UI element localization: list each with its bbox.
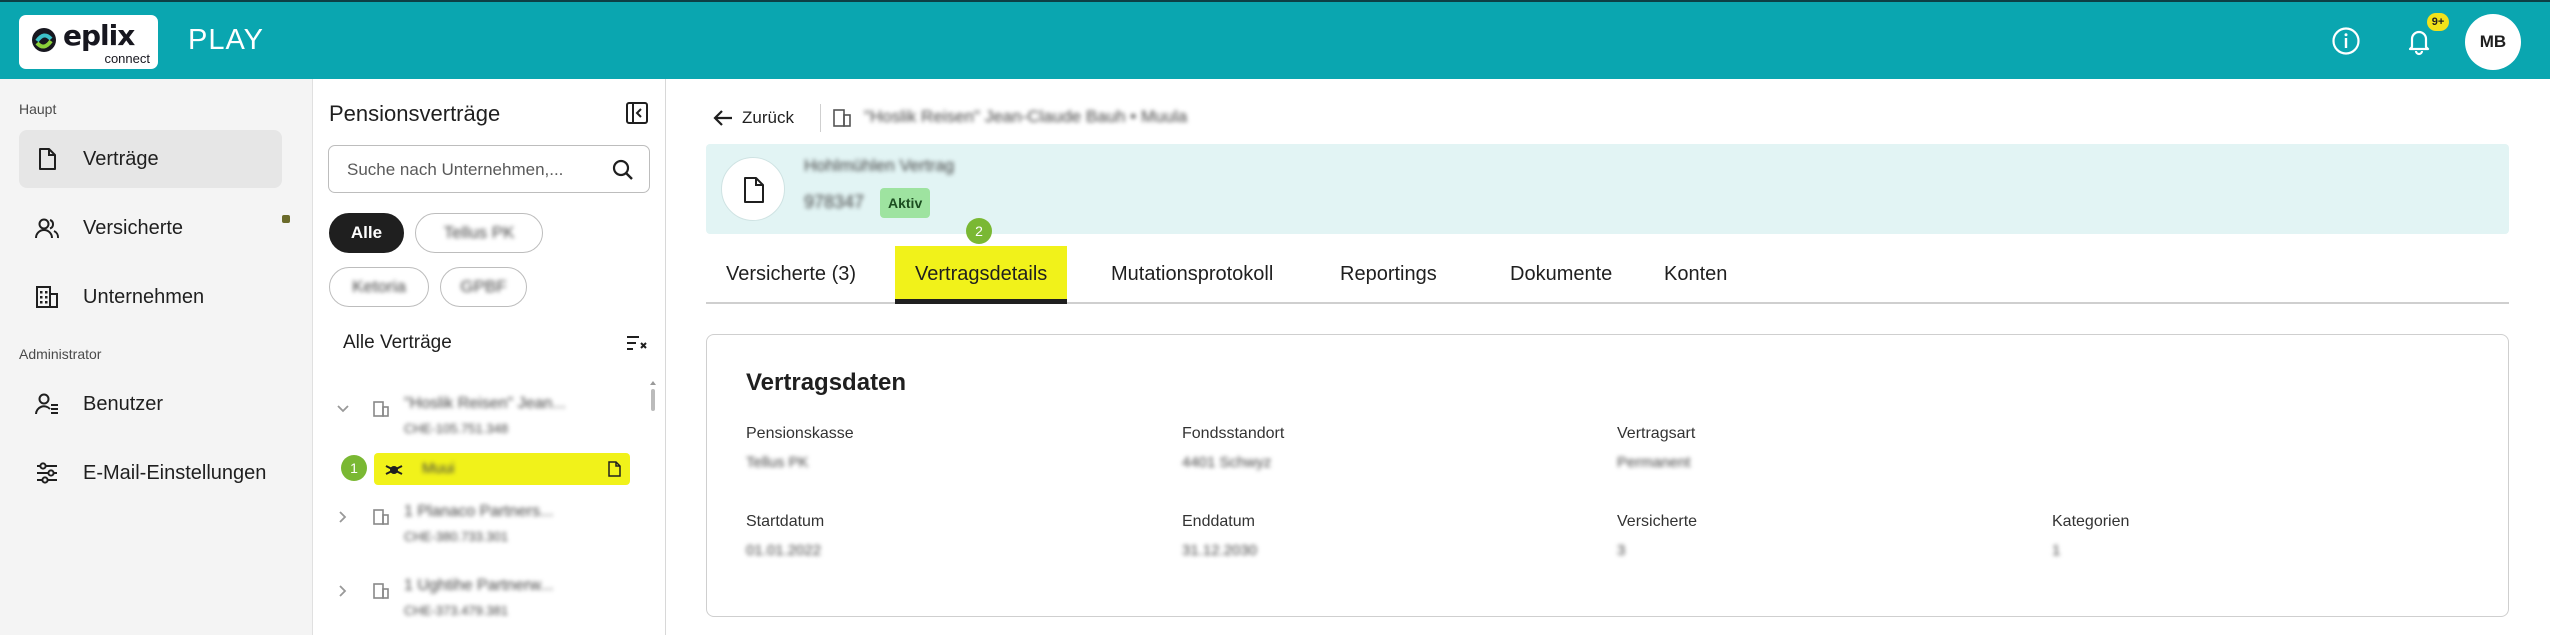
company-logo-icon	[385, 465, 403, 475]
list-item-id: CHE-373.479.381	[404, 603, 509, 618]
field-value: Permanent	[1617, 454, 1691, 471]
arrow-left-icon	[713, 110, 732, 126]
chip-label: Tellus PK	[443, 223, 515, 242]
search-icon[interactable]	[611, 158, 635, 182]
sidebar-item-label: Versicherte	[83, 217, 184, 239]
field-value: 4401 Schwyz	[1182, 454, 1272, 471]
breadcrumb[interactable]: "Hoslik Reisen" Jean-Claude Bauh • Muula	[864, 107, 1187, 127]
building-icon	[36, 286, 58, 308]
sidebar-item-label: Benutzer	[83, 393, 164, 415]
info-icon[interactable]	[2331, 26, 2361, 56]
document-icon	[744, 177, 764, 203]
field-value: 01.01.2022	[746, 542, 822, 559]
step-marker-2: 2	[966, 218, 992, 244]
list-item-id: CHE-380.733.301	[404, 529, 509, 544]
list-filter-icon[interactable]	[626, 334, 648, 354]
filter-chip-alle[interactable]: Alle	[329, 213, 404, 253]
tab-versicherte[interactable]: Versicherte (3)	[706, 246, 876, 302]
field-value: 31.12.2030	[1182, 542, 1258, 559]
tab-mutationsprotokoll[interactable]: Mutationsprotokoll	[1091, 246, 1293, 302]
document-icon[interactable]	[606, 461, 622, 477]
field-label: Enddatum	[1182, 513, 1255, 530]
field-value: 1	[2052, 542, 2061, 559]
building-icon	[833, 109, 851, 127]
card-title: Vertragsdaten	[746, 369, 907, 396]
chip-label: GPBF	[460, 277, 507, 296]
logo-subtext: connect	[104, 51, 150, 66]
search-box	[328, 145, 650, 193]
step-marker-1: 1	[341, 455, 367, 481]
chevron-right-icon[interactable]	[336, 584, 350, 598]
document-icon	[39, 148, 56, 170]
list-item-name: 1 Ughtihe Partnerw...	[404, 577, 554, 594]
tab-reportings[interactable]: Reportings	[1320, 246, 1457, 302]
list-item-name: Muui	[422, 460, 455, 477]
panel-title: Pensionsverträge	[329, 101, 501, 126]
logo-mark-icon	[32, 28, 56, 52]
field-label: Vertragsart	[1617, 425, 1696, 442]
field-label: Pensionskasse	[746, 425, 854, 442]
app-title: PLAY	[188, 24, 265, 56]
filter-chip[interactable]: Tellus PK	[415, 213, 543, 253]
building-icon	[373, 583, 389, 599]
nav-section-admin: Administrator	[19, 346, 102, 362]
sidebar-item-vertraege[interactable]: Verträge	[19, 130, 282, 188]
tab-vertragsdetails[interactable]: Vertragsdetails	[895, 246, 1068, 304]
bell-icon[interactable]	[2404, 26, 2434, 56]
field-label: Kategorien	[2052, 513, 2130, 530]
notification-badge: 9+	[2427, 13, 2449, 31]
search-input[interactable]	[347, 158, 597, 182]
chevron-right-icon[interactable]	[336, 510, 350, 524]
users-icon	[35, 218, 59, 239]
chevron-down-icon[interactable]	[336, 402, 350, 416]
avatar[interactable]: MB	[2465, 14, 2521, 70]
field-label: Startdatum	[746, 513, 825, 530]
filter-chip[interactable]: GPBF	[440, 267, 527, 307]
contract-name: Hohlmühlen Vertrag	[804, 156, 955, 175]
list-item-name: 1 Planaco Partners...	[404, 503, 554, 520]
list-item-name: "Hoslik Reisen" Jean...	[404, 395, 566, 412]
tab-konten[interactable]: Konten	[1644, 246, 1747, 302]
sidebar-item-label: Verträge	[83, 148, 159, 170]
nav-section-main: Haupt	[19, 101, 57, 117]
sidebar-item-versicherte[interactable]: Versicherte	[19, 199, 282, 257]
contract-number: 978347	[804, 192, 865, 212]
building-icon	[373, 509, 389, 525]
chip-label: Ketoria	[352, 277, 406, 296]
building-icon	[373, 401, 389, 417]
eplix-logo[interactable]: eplix connect	[19, 15, 158, 69]
list-title: Alle Verträge	[343, 332, 452, 353]
sidebar-item-label: E-Mail-Einstellungen	[83, 462, 267, 484]
user-admin-icon	[35, 393, 58, 415]
list-item[interactable]: 1 Planaco Partners... CHE-380.733.301	[314, 497, 644, 553]
back-label: Zurück	[742, 108, 794, 127]
scrollbar[interactable]	[649, 379, 657, 635]
sidebar: Haupt Verträge Versicherte Unternehmen A…	[0, 79, 313, 635]
field-label: Versicherte	[1617, 513, 1698, 530]
divider	[820, 104, 821, 132]
collapse-panel-icon[interactable]	[625, 101, 649, 125]
sidebar-item-benutzer[interactable]: Benutzer	[19, 375, 282, 433]
list-item-selected[interactable]: Muui	[374, 453, 630, 485]
sidebar-item-email-einstellungen[interactable]: E-Mail-Einstellungen	[19, 444, 282, 502]
contract-data-card: Vertragsdaten Pensionskasse Tellus PK Fo…	[706, 334, 2509, 617]
status-badge: Aktiv	[880, 188, 931, 218]
filter-chip[interactable]: Ketoria	[329, 267, 429, 307]
logo-text: eplix	[63, 19, 135, 52]
tab-dokumente[interactable]: Dokumente	[1490, 246, 1632, 302]
field-label: Fondsstandort	[1182, 425, 1285, 442]
sidebar-item-unternehmen[interactable]: Unternehmen	[19, 268, 282, 326]
list-item-id: CHE-105.751.348	[404, 421, 509, 436]
list-item[interactable]: 1 Ughtihe Partnerw... CHE-373.479.381	[314, 571, 644, 627]
sliders-icon	[37, 462, 57, 484]
list-item[interactable]: "Hoslik Reisen" Jean... CHE-105.751.348	[314, 389, 644, 445]
tab-bar: Versicherte (3) Vertragsdetails Mutation…	[706, 246, 2509, 304]
contracts-list-panel: Pensionsverträge Alle Tellus PK Ketoria …	[314, 79, 666, 635]
resize-handle[interactable]	[282, 215, 290, 223]
field-value: Tellus PK	[746, 454, 809, 471]
contract-avatar	[721, 157, 785, 221]
top-bar: eplix connect PLAY 9+ MB	[0, 0, 2550, 79]
field-value: 3	[1617, 542, 1626, 559]
sidebar-item-label: Unternehmen	[83, 286, 205, 308]
